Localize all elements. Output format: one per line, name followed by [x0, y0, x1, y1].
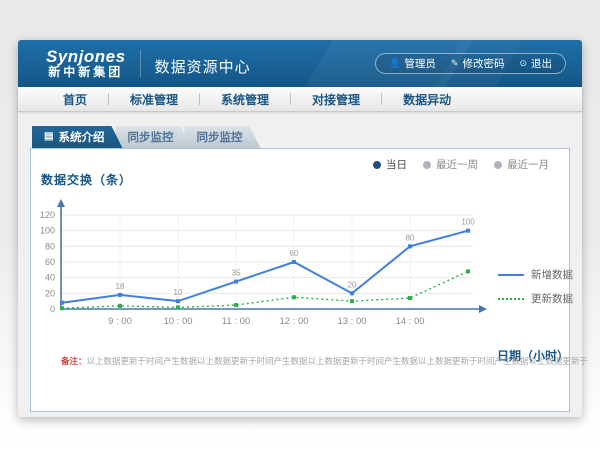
logo-text-en: Synjones [46, 48, 126, 67]
nav-item-home[interactable]: 首页 [42, 91, 108, 108]
change-password-label: 修改密码 [462, 56, 504, 71]
radio-dot-icon [373, 161, 381, 169]
svg-text:35: 35 [232, 269, 241, 278]
logout-label: 退出 [531, 56, 552, 71]
svg-text:10 : 00: 10 : 00 [163, 316, 192, 327]
svg-text:14 : 00: 14 : 00 [395, 316, 424, 327]
svg-text:20: 20 [348, 280, 357, 289]
svg-text:20: 20 [45, 288, 55, 298]
radio-label: 当日 [386, 157, 407, 172]
power-icon: ⊙ [519, 58, 527, 69]
nav-item-standard-mgmt[interactable]: 标准管理 [109, 91, 199, 108]
svg-text:80: 80 [406, 233, 415, 242]
tab-label: 同步监控 [196, 129, 242, 145]
svg-text:0: 0 [50, 304, 55, 314]
logo-text-cn: 新中新集团 [46, 66, 126, 79]
legend-line-dotted-icon [498, 298, 524, 300]
svg-text:10: 10 [174, 288, 183, 297]
svg-text:11 : 00: 11 : 00 [222, 316, 250, 327]
radio-dot-icon [494, 161, 502, 169]
radio-label: 最近一周 [436, 157, 478, 172]
nav-item-docking-mgmt[interactable]: 对接管理 [291, 91, 381, 108]
tab-label: 系统介绍 [58, 129, 104, 145]
tab-system-intro[interactable]: ▤ 系统介绍 [32, 126, 122, 148]
current-user-label: 管理员 [404, 56, 436, 71]
svg-text:9 : 00: 9 : 00 [108, 316, 132, 327]
svg-text:120: 120 [40, 210, 55, 220]
svg-text:80: 80 [45, 241, 55, 251]
content-panel: 当日 最近一周 最近一月 数据交换（条） 0 20 40 60 80 100 120 9 : … [30, 148, 570, 412]
line-chart: 0 20 40 60 80 100 120 9 : 00 10 : 00 11 : 00 12 : … [39, 193, 495, 343]
svg-text:60: 60 [290, 249, 299, 258]
edit-icon: ✎ [451, 58, 459, 69]
footnote: 备注：以上数据更新于时间产生数据以上数据更新于时间产生数据以上数据更新于时间产生… [61, 355, 588, 367]
app-window: Synjones 新中新集团 数据资源中心 👤 管理员 ✎ 修改密码 ⊙ 退出 … [18, 40, 582, 417]
radio-label: 最近一月 [507, 157, 549, 172]
footnote-label: 备注： [61, 356, 87, 366]
app-header: Synjones 新中新集团 数据资源中心 👤 管理员 ✎ 修改密码 ⊙ 退出 [18, 40, 582, 87]
svg-text:40: 40 [45, 273, 55, 283]
time-range-filter: 当日 最近一周 最近一月 [373, 157, 549, 172]
company-logo: Synjones 新中新集团 [46, 48, 126, 80]
radio-today[interactable]: 当日 [373, 157, 407, 172]
radio-last-month[interactable]: 最近一月 [494, 157, 549, 172]
footnote-text: 以上数据更新于时间产生数据以上数据更新于时间产生数据以上数据更新于时间产生数据以… [87, 356, 589, 366]
user-icon: 👤 [389, 58, 400, 69]
svg-text:60: 60 [45, 257, 55, 267]
tab-sync-monitor-1[interactable]: 同步监控 [115, 126, 191, 148]
page-title: 数据资源中心 [140, 50, 251, 77]
document-icon: ▤ [44, 132, 53, 142]
current-user-button[interactable]: 👤 管理员 [389, 56, 436, 71]
legend-line-solid-icon [498, 274, 524, 276]
tab-label: 同步监控 [127, 129, 173, 145]
svg-text:100: 100 [461, 218, 475, 227]
radio-dot-icon [423, 161, 431, 169]
user-menu: 👤 管理员 ✎ 修改密码 ⊙ 退出 [375, 53, 566, 74]
line-chart-svg: 0 20 40 60 80 100 120 9 : 00 10 : 00 11 : 00 12 : … [39, 193, 495, 343]
change-password-button[interactable]: ✎ 修改密码 [451, 56, 505, 71]
legend-label: 更新数据 [531, 291, 573, 306]
radio-last-week[interactable]: 最近一周 [423, 157, 478, 172]
tab-bar: ▤ 系统介绍 同步监控 同步监控 [32, 126, 253, 148]
nav-item-data-change[interactable]: 数据异动 [382, 91, 472, 108]
chart-legend: 新增数据 更新数据 [498, 267, 573, 306]
legend-item-update-data: 更新数据 [498, 291, 573, 306]
legend-label: 新增数据 [531, 267, 573, 282]
main-nav: 首页 标准管理 系统管理 对接管理 数据异动 [18, 87, 582, 112]
nav-item-system-mgmt[interactable]: 系统管理 [200, 91, 290, 108]
tab-sync-monitor-2[interactable]: 同步监控 [184, 126, 260, 148]
logout-button[interactable]: ⊙ 退出 [519, 56, 552, 71]
y-axis-title: 数据交换（条） [41, 171, 132, 188]
legend-item-new-data: 新增数据 [498, 267, 573, 282]
svg-text:13 : 00: 13 : 00 [337, 316, 366, 327]
svg-text:18: 18 [116, 282, 125, 291]
svg-text:12 : 00: 12 : 00 [279, 316, 308, 327]
svg-text:100: 100 [40, 226, 55, 236]
